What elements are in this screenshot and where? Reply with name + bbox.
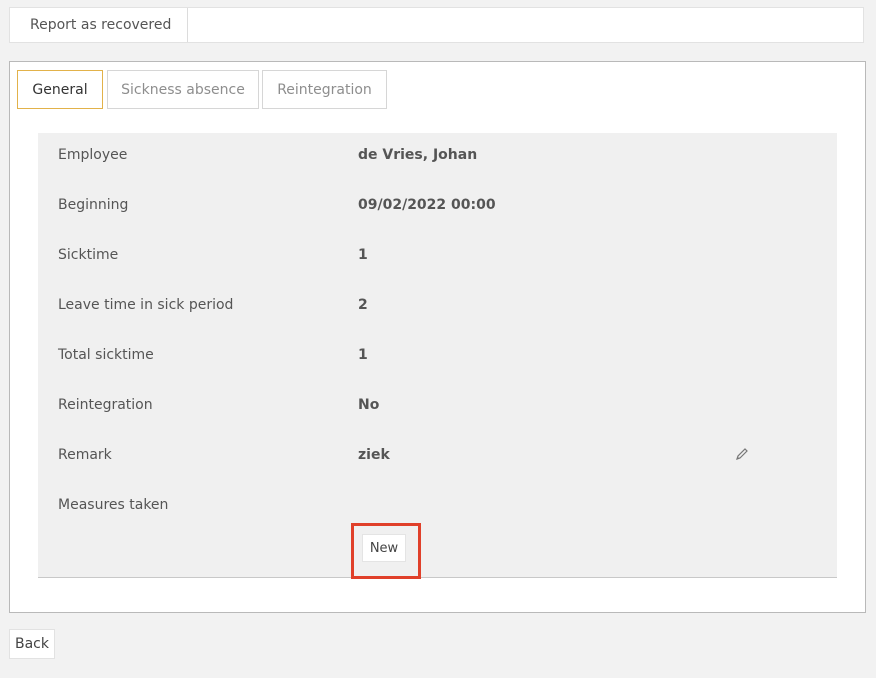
main-panel: General Sickness absence Reintegration E… — [9, 61, 866, 613]
detail-row-beginning: Beginning 09/02/2022 00:00 — [38, 195, 837, 215]
employee-label: Employee — [58, 147, 128, 163]
detail-row-sicktime: Sicktime 1 — [38, 245, 837, 265]
reintegration-label: Reintegration — [58, 397, 153, 413]
detail-row-total-sicktime: Total sicktime 1 — [38, 345, 837, 365]
details-section: Employee de Vries, Johan Beginning 09/02… — [38, 133, 837, 579]
tab-sickness-absence[interactable]: Sickness absence — [107, 70, 259, 109]
reintegration-value: No — [358, 397, 380, 413]
new-measure-button[interactable]: New — [362, 534, 406, 562]
detail-row-measures-taken: Measures taken — [38, 495, 837, 515]
back-button[interactable]: Back — [9, 629, 55, 659]
remark-label: Remark — [58, 447, 112, 463]
sicktime-label: Sicktime — [58, 247, 119, 263]
employee-value: de Vries, Johan — [358, 147, 478, 163]
total-sicktime-label: Total sicktime — [58, 347, 154, 363]
report-as-recovered-button[interactable]: Report as recovered — [10, 8, 189, 42]
leave-time-label: Leave time in sick period — [58, 297, 234, 313]
detail-row-leave-time: Leave time in sick period 2 — [38, 295, 837, 315]
tab-general[interactable]: General — [17, 70, 103, 109]
tab-reintegration[interactable]: Reintegration — [262, 70, 387, 109]
beginning-label: Beginning — [58, 197, 129, 213]
detail-row-reintegration: Reintegration No — [38, 395, 837, 415]
pencil-icon[interactable] — [735, 447, 749, 461]
toolbar: Report as recovered — [9, 7, 864, 43]
detail-row-employee: Employee de Vries, Johan — [38, 145, 837, 165]
leave-time-value: 2 — [358, 297, 368, 313]
remark-value: ziek — [358, 447, 390, 463]
detail-row-remark: Remark ziek — [38, 445, 837, 465]
total-sicktime-value: 1 — [358, 347, 368, 363]
measures-taken-label: Measures taken — [58, 497, 169, 513]
beginning-value: 09/02/2022 00:00 — [358, 197, 496, 213]
sicktime-value: 1 — [358, 247, 368, 263]
